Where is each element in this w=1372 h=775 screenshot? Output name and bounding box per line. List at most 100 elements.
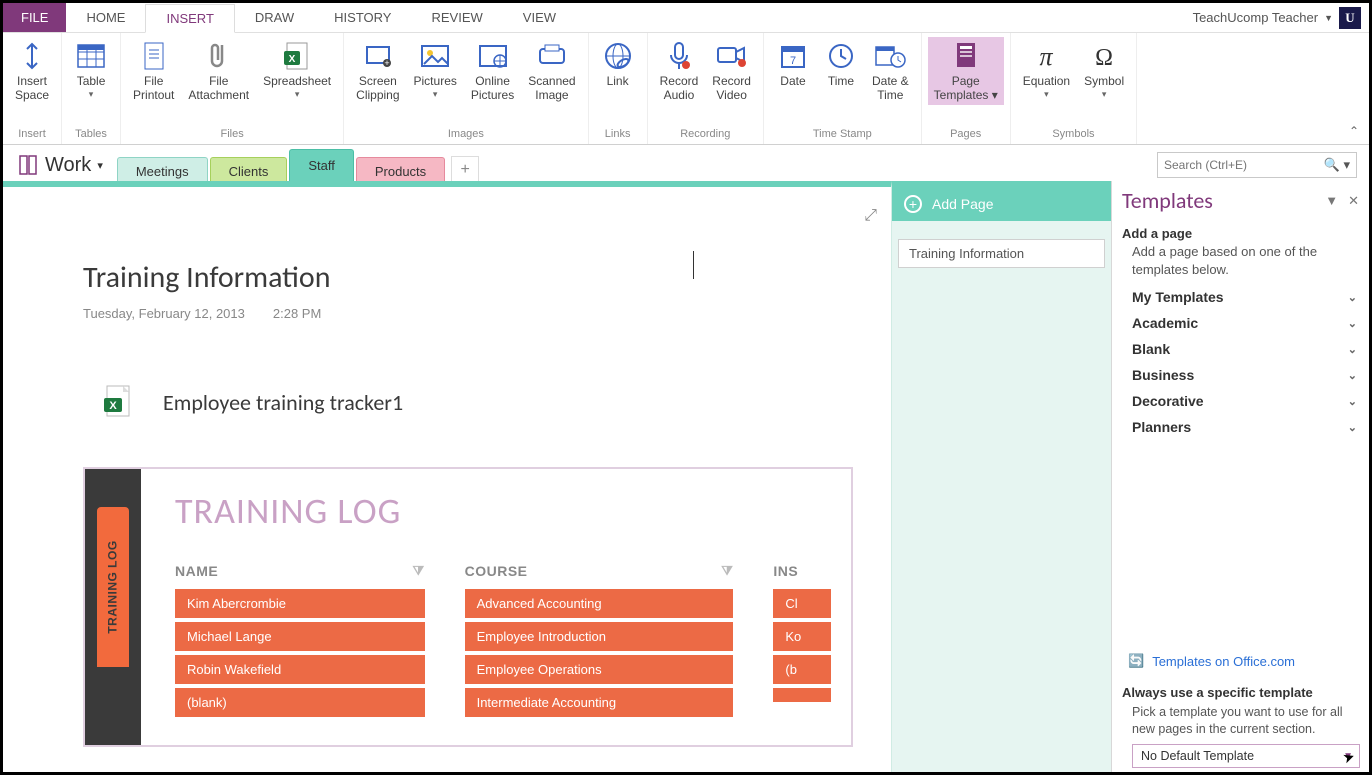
ribbon-button-label: Date & Time <box>872 75 909 103</box>
chevron-down-icon: ⌄ <box>1348 317 1357 330</box>
chevron-down-icon: ▾ <box>433 89 438 100</box>
account-menu[interactable]: TeachUcomp Teacher ▼ U <box>1185 3 1369 32</box>
table-cell[interactable] <box>773 688 831 702</box>
insert-space-button[interactable]: Insert Space <box>9 37 55 105</box>
office-templates-link[interactable]: 🔄 Templates on Office.com <box>1128 653 1359 669</box>
column-header[interactable]: NAME⧩ <box>175 563 425 579</box>
category-label: My Templates <box>1132 289 1224 305</box>
date-button[interactable]: 7Date <box>770 37 816 105</box>
search-box[interactable]: 🔍 ▾ <box>1157 152 1357 178</box>
template-category[interactable]: Business⌄ <box>1122 362 1359 388</box>
menu-bar: FILE HOME INSERT DRAW HISTORY REVIEW VIE… <box>3 3 1369 33</box>
page-list-item[interactable]: Training Information <box>898 239 1105 268</box>
equation-button[interactable]: πEquation ▾ <box>1017 37 1076 102</box>
record-audio-button[interactable]: Record Audio <box>654 37 705 105</box>
excel-file-icon[interactable]: X <box>103 385 133 419</box>
templates-pane-title: Templates <box>1122 187 1213 214</box>
ribbon-button-label: Scanned Image <box>528 75 575 103</box>
page-canvas[interactable]: ⤢ Training Information Tuesday, February… <box>3 181 891 772</box>
ribbon-group-label: Images <box>448 128 484 142</box>
fullscreen-icon[interactable]: ⤢ <box>864 207 877 225</box>
table-cell[interactable]: Ko <box>773 622 831 651</box>
ribbon-group-label: Tables <box>75 128 107 142</box>
tab-history[interactable]: HISTORY <box>314 3 411 32</box>
ribbon-group: LinkLinks <box>589 33 648 144</box>
table-cell[interactable]: Robin Wakefield <box>175 655 425 684</box>
category-label: Academic <box>1132 315 1198 331</box>
search-input[interactable] <box>1164 158 1350 172</box>
tab-view[interactable]: VIEW <box>503 3 576 32</box>
ribbon-group: Insert SpaceInsert <box>3 33 62 144</box>
record-video-icon <box>715 39 749 73</box>
file-printout-icon <box>137 39 171 73</box>
table-cell[interactable]: Employee Operations <box>465 655 734 684</box>
ribbon-group: File PrintoutFile AttachmentXSpreadsheet… <box>121 33 344 144</box>
attachment-name[interactable]: Employee training tracker1 <box>163 389 403 416</box>
file-printout-button[interactable]: File Printout <box>127 37 180 105</box>
file-attachment-button[interactable]: File Attachment <box>182 37 255 105</box>
default-template-select[interactable]: No Default Template ▼ <box>1132 744 1360 768</box>
template-category[interactable]: Decorative⌄ <box>1122 388 1359 414</box>
page-date[interactable]: Tuesday, February 12, 2013 <box>83 306 245 321</box>
record-audio-icon <box>662 39 696 73</box>
filter-icon[interactable]: ⧩ <box>721 563 733 579</box>
file-tab[interactable]: FILE <box>3 3 66 32</box>
sheet-title: TRAINING LOG <box>175 489 831 533</box>
symbol-button[interactable]: ΩSymbol ▾ <box>1078 37 1130 102</box>
plus-icon: + <box>904 195 922 213</box>
pane-options-icon[interactable]: ▼ <box>1325 193 1338 209</box>
attachment-row: X Employee training tracker1 <box>3 321 891 419</box>
add-page-button[interactable]: + Add Page <box>892 187 1111 221</box>
link-button[interactable]: Link <box>595 37 641 91</box>
column-header[interactable]: COURSE⧩ <box>465 563 734 579</box>
template-category[interactable]: My Templates ⌄ <box>1122 284 1359 310</box>
table-button[interactable]: Table ▾ <box>68 37 114 102</box>
template-category[interactable]: Blank⌄ <box>1122 336 1359 362</box>
record-video-button[interactable]: Record Video <box>706 37 757 105</box>
symbol-icon: Ω <box>1087 39 1121 73</box>
time-icon <box>824 39 858 73</box>
page-title[interactable]: Training Information <box>83 259 891 296</box>
tab-draw[interactable]: DRAW <box>235 3 314 32</box>
date-time-button[interactable]: Date & Time <box>866 37 915 105</box>
sheet-column: NAME⧩ Kim Abercrombie Michael Lange Robin W… <box>175 563 425 721</box>
table-cell[interactable]: Intermediate Accounting <box>465 688 734 717</box>
sheet-column: INS Cl Ko (b <box>773 563 831 721</box>
tab-home[interactable]: HOME <box>66 3 145 32</box>
section-tab-staff[interactable]: Staff <box>289 149 354 181</box>
add-section-button[interactable]: + <box>451 156 479 182</box>
pictures-button[interactable]: Pictures ▾ <box>408 37 463 105</box>
collapse-ribbon-icon[interactable]: ⌃ <box>1349 124 1359 138</box>
table-cell[interactable]: Advanced Accounting <box>465 589 734 618</box>
table-cell[interactable]: Cl <box>773 589 831 618</box>
spreadsheet-button[interactable]: XSpreadsheet ▾ <box>257 37 337 105</box>
page-time[interactable]: 2:28 PM <box>273 306 321 321</box>
svg-text:X: X <box>109 400 117 412</box>
template-category[interactable]: Academic ⌄ <box>1122 310 1359 336</box>
tab-insert[interactable]: INSERT <box>145 4 234 33</box>
table-cell[interactable]: Michael Lange <box>175 622 425 651</box>
pictures-icon <box>418 39 452 73</box>
scanned-image-button[interactable]: Scanned Image <box>522 37 581 105</box>
table-cell[interactable]: (b <box>773 655 831 684</box>
time-button[interactable]: Time <box>818 37 864 105</box>
embedded-spreadsheet[interactable]: TRAINING LOG TRAINING LOG NAME⧩ Kim Aberc… <box>83 467 853 747</box>
chevron-down-icon: ⌄ <box>1348 291 1357 304</box>
screen-clipping-button[interactable]: +Screen Clipping <box>350 37 405 105</box>
sheet-column: COURSE⧩ Advanced Accounting Employee Intro… <box>465 563 734 721</box>
chevron-down-icon: ⌄ <box>1348 395 1357 408</box>
tab-review[interactable]: REVIEW <box>411 3 502 32</box>
table-cell[interactable]: Kim Abercrombie <box>175 589 425 618</box>
template-category[interactable]: Planners⌄ <box>1122 414 1359 440</box>
table-cell[interactable]: Employee Introduction <box>465 622 734 651</box>
close-icon[interactable]: ✕ <box>1348 193 1359 209</box>
filter-icon[interactable]: ⧩ <box>412 563 424 579</box>
sheet-tab[interactable]: TRAINING LOG <box>97 507 129 667</box>
online-pictures-button[interactable]: Online Pictures <box>465 37 520 105</box>
chevron-down-icon: ▾ <box>1102 89 1107 100</box>
page-templates-button[interactable]: Page Templates ▾ <box>928 37 1004 105</box>
table-cell[interactable]: (blank) <box>175 688 425 717</box>
column-header[interactable]: INS <box>773 563 831 579</box>
notebook-picker[interactable]: Work ▾ <box>3 154 117 177</box>
search-icon[interactable]: 🔍 ▾ <box>1324 157 1350 173</box>
